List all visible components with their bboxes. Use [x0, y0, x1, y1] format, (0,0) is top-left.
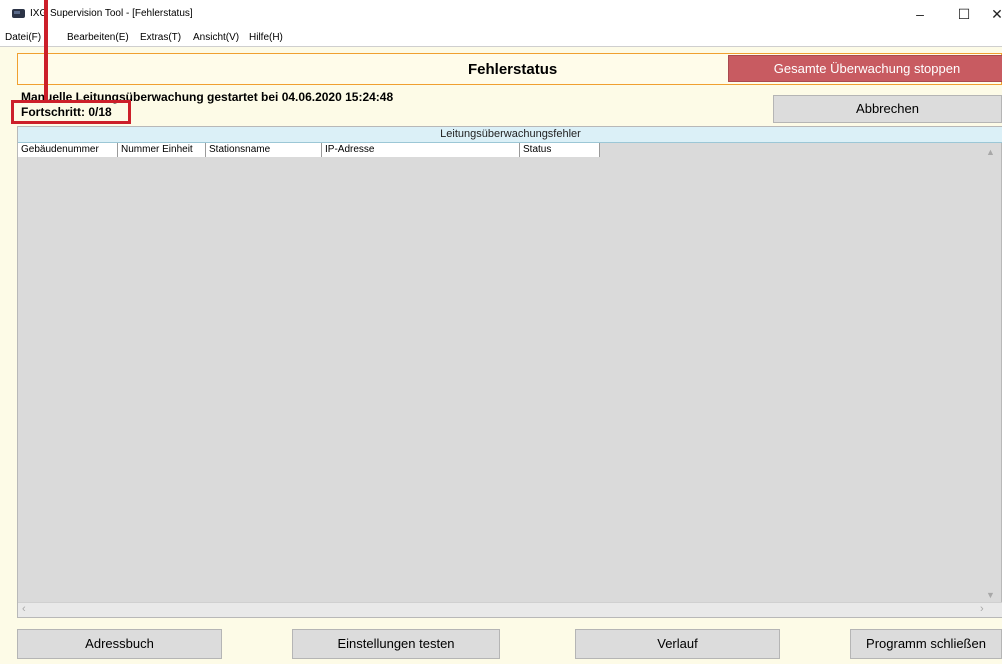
test-settings-button[interactable]: Einstellungen testen	[292, 629, 500, 659]
column-header-ip[interactable]: IP-Adresse	[322, 143, 520, 157]
minimize-button[interactable]: –	[903, 0, 937, 28]
menu-extras[interactable]: Extras(T)	[140, 32, 181, 43]
scroll-up-arrow[interactable]: ▲	[986, 147, 995, 157]
app-icon	[12, 9, 25, 18]
main-panel: Fehlerstatus Gesamte Überwachung stoppen…	[0, 46, 1002, 664]
menu-bearbeiten[interactable]: Bearbeiten(E)	[67, 32, 129, 43]
error-table: Leitungsüberwachungsfehler Gebäudenummer…	[17, 126, 1002, 618]
menu-hilfe[interactable]: Hilfe(H)	[249, 32, 283, 43]
annotation-pointer	[44, 0, 48, 102]
page-title: Fehlerstatus	[468, 61, 558, 78]
menu-ansicht[interactable]: Ansicht(V)	[193, 32, 239, 43]
progress-highlight-box	[11, 100, 131, 124]
horizontal-scrollbar[interactable]: ‹ ›	[18, 602, 1002, 617]
maximize-button[interactable]: ☐	[947, 0, 981, 28]
column-header-station[interactable]: Stationsname	[206, 143, 322, 157]
menu-datei[interactable]: Datei(F)	[5, 32, 41, 43]
scroll-down-arrow[interactable]: ▼	[986, 590, 995, 600]
column-header-building[interactable]: Gebäudenummer	[18, 143, 118, 157]
scroll-left-arrow[interactable]: ‹	[22, 603, 26, 615]
title-bar: IXG Supervision Tool - [Fehlerstatus] – …	[0, 0, 1002, 28]
scroll-right-arrow[interactable]: ›	[980, 603, 984, 615]
column-header-status[interactable]: Status	[520, 143, 600, 157]
cancel-button[interactable]: Abbrechen	[773, 95, 1002, 123]
close-button[interactable]: ✕	[980, 0, 1002, 28]
table-caption: Leitungsüberwachungsfehler	[18, 127, 1002, 143]
close-program-button[interactable]: Programm schließen	[850, 629, 1002, 659]
history-button[interactable]: Verlauf	[575, 629, 780, 659]
window-title: IXG Supervision Tool - [Fehlerstatus]	[30, 8, 193, 19]
column-header-unit[interactable]: Nummer Einheit	[118, 143, 206, 157]
address-book-button[interactable]: Adressbuch	[17, 629, 222, 659]
menu-bar: Datei(F) Bearbeiten(E) Extras(T) Ansicht…	[0, 30, 1002, 46]
stop-all-monitoring-button[interactable]: Gesamte Überwachung stoppen	[728, 55, 1002, 82]
